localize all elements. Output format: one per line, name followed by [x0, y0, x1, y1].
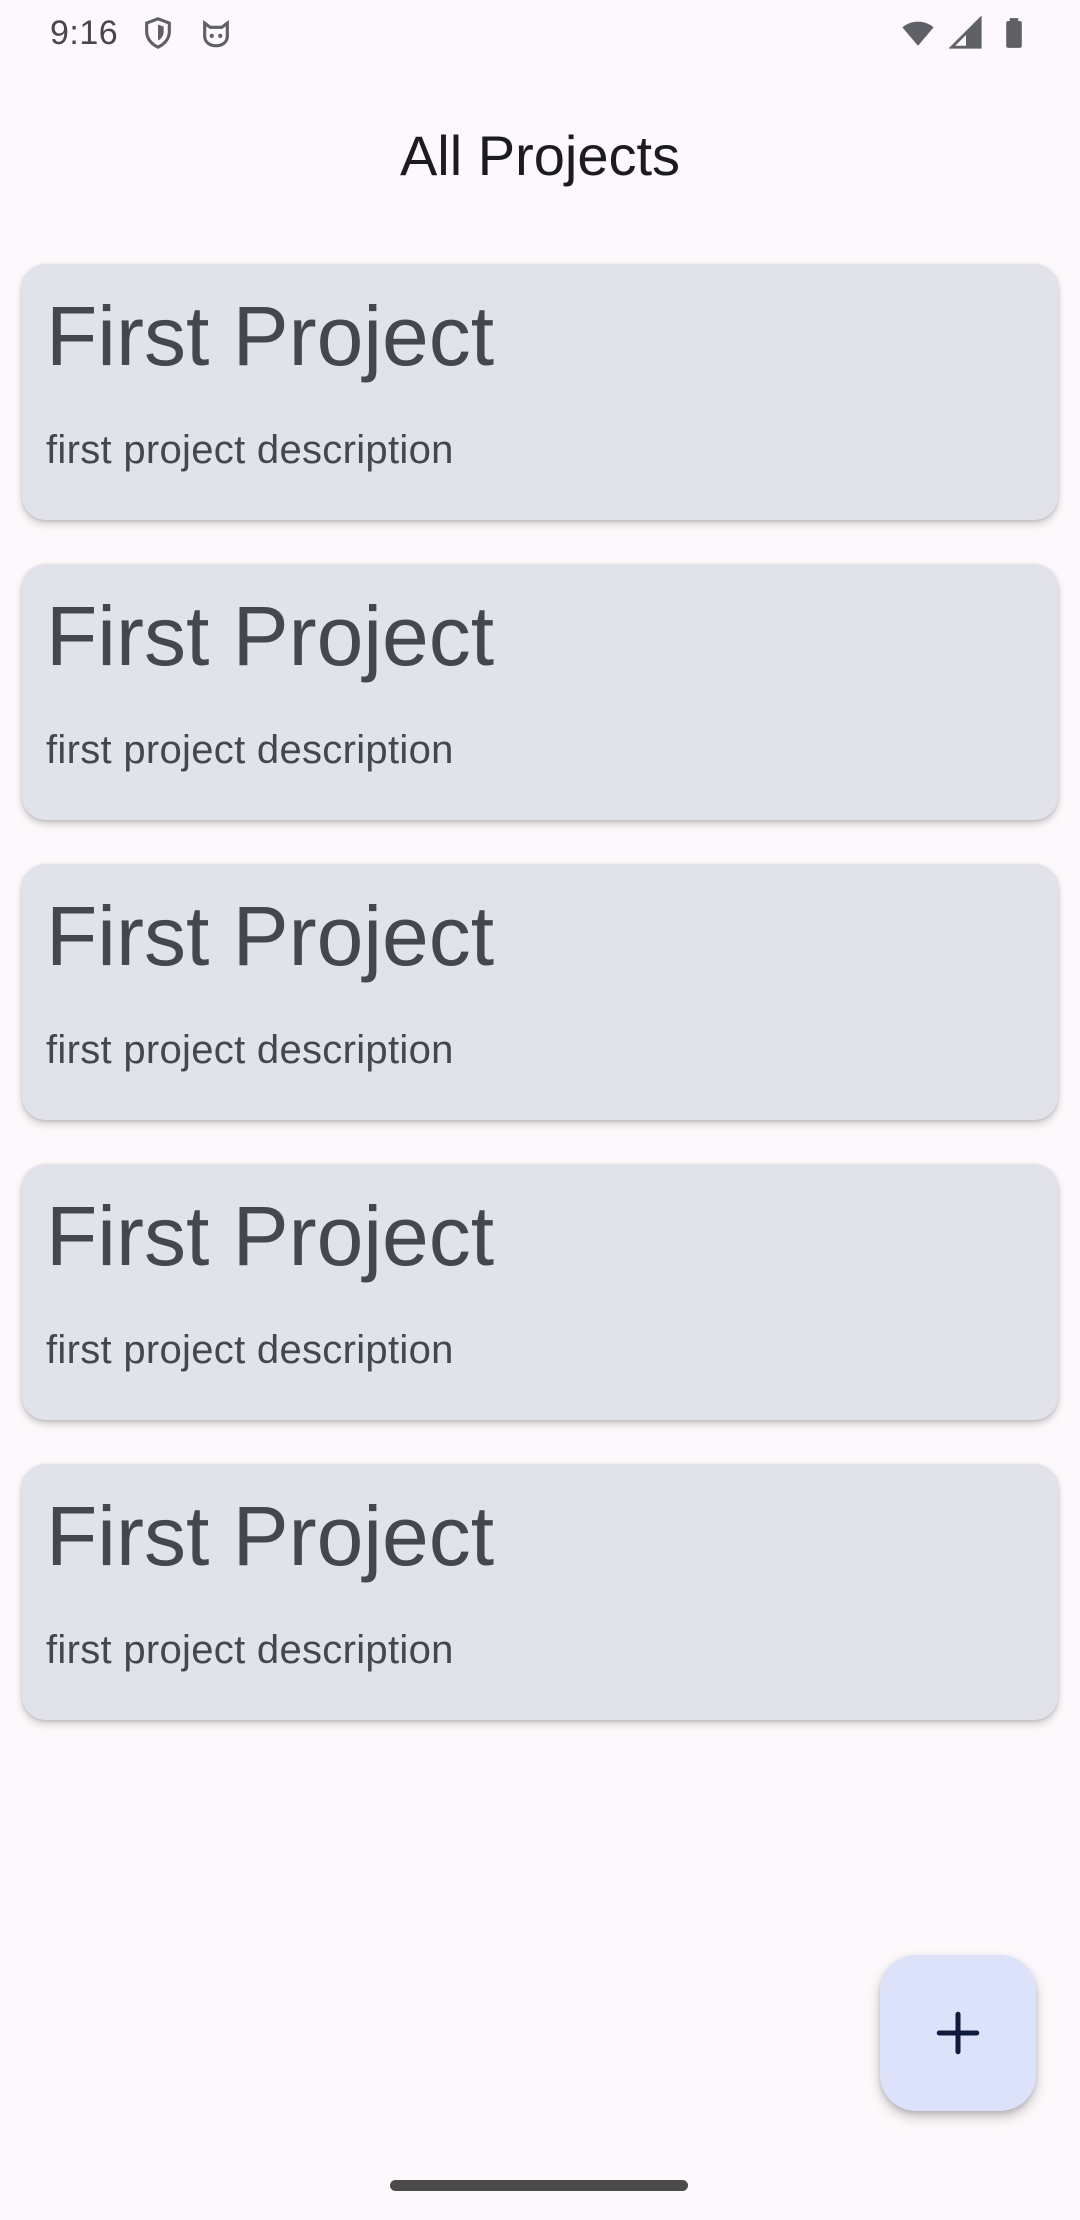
wifi-icon: [900, 15, 936, 51]
project-description: first project description: [46, 1628, 454, 1672]
project-description: first project description: [46, 1028, 454, 1072]
project-card[interactable]: First Project first project description: [22, 1464, 1058, 1720]
app-bar: All Projects: [0, 100, 1080, 210]
cat-face-icon: [198, 15, 234, 51]
cellular-signal-icon: [948, 15, 984, 51]
gesture-navigation-handle[interactable]: [390, 2180, 688, 2191]
screen: 9:16 All Projects First Project first pr…: [0, 0, 1080, 2220]
status-bar: 9:16: [0, 0, 1080, 66]
project-title: First Project: [46, 1489, 495, 1583]
project-card[interactable]: First Project first project description: [22, 564, 1058, 820]
project-list[interactable]: First Project first project description …: [0, 258, 1080, 1748]
project-title: First Project: [46, 1189, 495, 1283]
shield-icon: [140, 15, 176, 51]
project-description: first project description: [46, 1328, 454, 1372]
project-title: First Project: [46, 589, 495, 683]
page-title: All Projects: [399, 123, 681, 187]
add-project-button[interactable]: [880, 1955, 1036, 2111]
battery-icon: [996, 15, 1032, 51]
project-description: first project description: [46, 728, 454, 772]
status-bar-left: 9:16: [50, 14, 234, 53]
project-card[interactable]: First Project first project description: [22, 864, 1058, 1120]
project-card[interactable]: First Project first project description: [22, 1164, 1058, 1420]
project-card[interactable]: First Project first project description: [22, 264, 1058, 520]
status-bar-right: [900, 15, 1032, 51]
project-description: first project description: [46, 428, 454, 472]
status-time: 9:16: [50, 13, 119, 52]
plus-icon: [936, 2011, 980, 2055]
project-title: First Project: [46, 889, 495, 983]
project-title: First Project: [46, 289, 495, 383]
